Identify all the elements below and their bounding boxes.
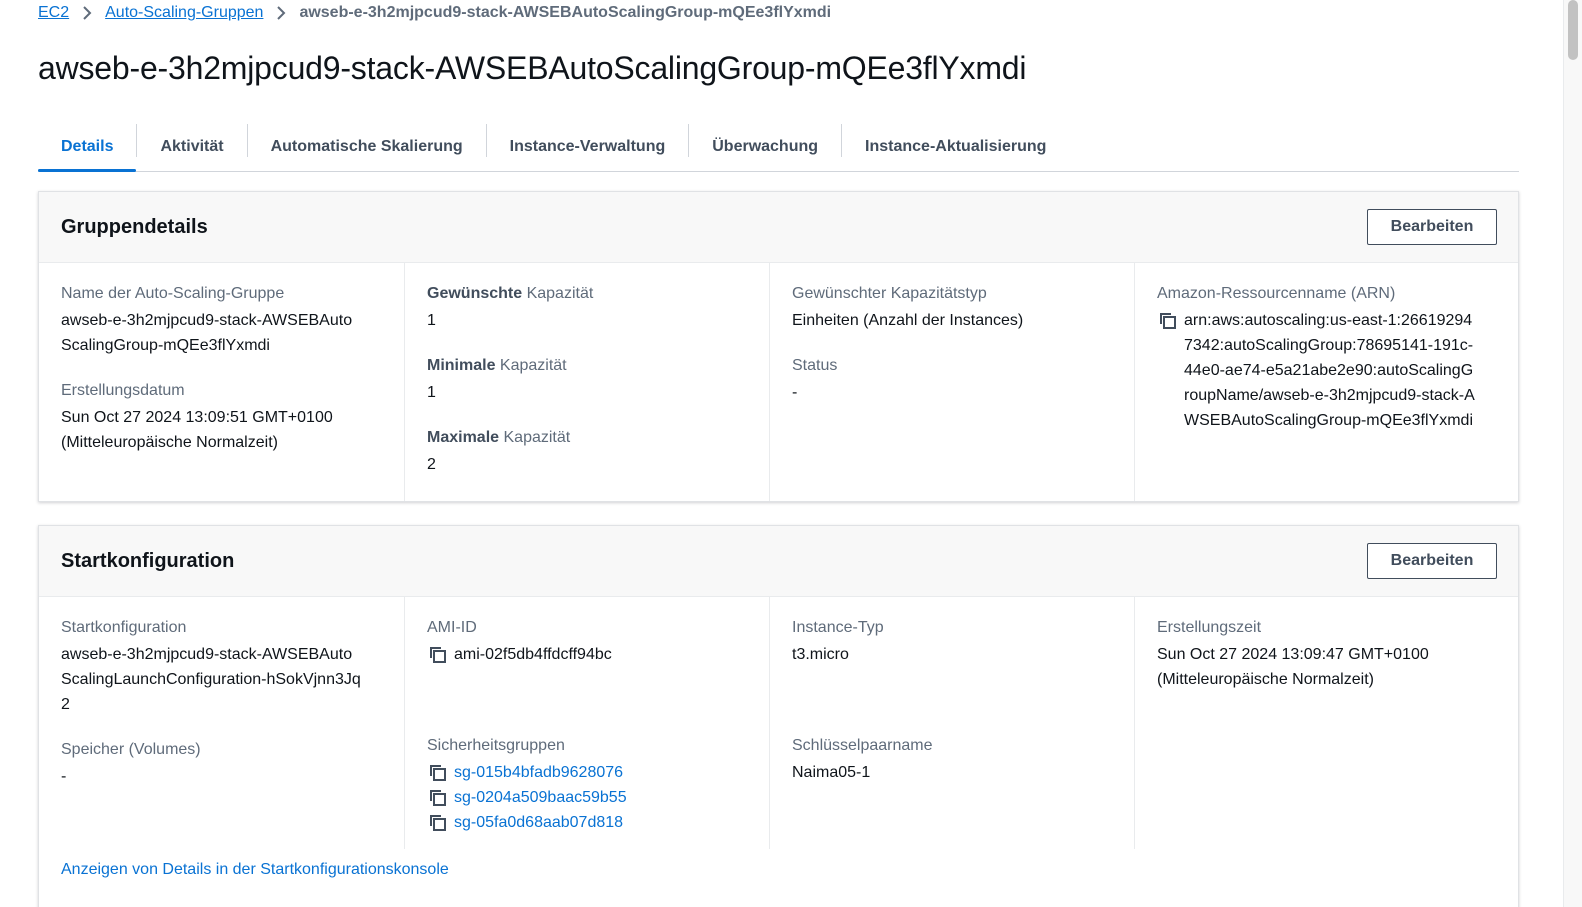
details-column-4: Amazon-Ressourcenname (ARN) arn:aws:auto… — [1134, 263, 1499, 501]
details-column-3: Gewünschter Kapazitätstyp Einheiten (Anz… — [769, 263, 1134, 501]
minimum-capacity-value: 1 — [427, 384, 436, 401]
capacity-type-field: Gewünschter Kapazitätstyp Einheiten (Anz… — [792, 283, 1112, 333]
tab-activity[interactable]: Aktivität — [137, 122, 246, 171]
field-label: Startkonfiguration — [61, 619, 187, 636]
copy-icon[interactable] — [427, 787, 449, 809]
field-label: Gewünschte Kapazität — [427, 285, 594, 302]
field-label: Gewünschter Kapazitätstyp — [792, 285, 987, 302]
field-label: Sicherheitsgruppen — [427, 737, 565, 754]
launch-configuration-panel: Startkonfiguration Bearbeiten Startkonfi… — [38, 525, 1519, 907]
desired-capacity-value: 1 — [427, 312, 436, 329]
launch-config-name-value: awseb-e-3h2mjpcud9-stack-AWSEBAutoScalin… — [61, 646, 361, 713]
scrollbar[interactable] — [1563, 0, 1582, 907]
tab-instance-management[interactable]: Instance-Verwaltung — [487, 122, 689, 171]
breadcrumb-ec2-link[interactable]: EC2 — [38, 4, 69, 22]
security-group-link[interactable]: sg-015b4bfadb9628076 — [454, 760, 623, 785]
desired-capacity-field: Gewünschte Kapazität 1 — [427, 283, 747, 333]
launch-column-4: Erstellungszeit Sun Oct 27 2024 13:09:47… — [1134, 597, 1499, 849]
instance-type-value: t3.micro — [792, 646, 849, 663]
details-column-2: Gewünschte Kapazität 1 Minimale Kapazitä… — [404, 263, 769, 501]
tab-monitoring[interactable]: Überwachung — [689, 122, 841, 171]
ami-id-value: ami-02f5db4ffdcff94bc — [454, 646, 612, 663]
breadcrumb-asg-link[interactable]: Auto-Scaling-Gruppen — [105, 4, 263, 22]
tab-instance-refresh[interactable]: Instance-Aktualisierung — [842, 122, 1069, 171]
security-group-row: sg-015b4bfadb9628076 — [427, 760, 747, 785]
key-pair-field: Schlüsselpaarname Naima05-1 — [792, 735, 1112, 785]
page-title: awseb-e-3h2mjpcud9-stack-AWSEBAutoScalin… — [38, 50, 1027, 86]
panel-title: Startkonfiguration — [61, 549, 235, 572]
security-groups-field: Sicherheitsgruppen sg-015b4bfadb9628076 … — [427, 735, 747, 835]
copy-icon[interactable] — [427, 644, 449, 666]
field-label: Erstellungszeit — [1157, 619, 1262, 636]
maximum-capacity-field: Maximale Kapazität 2 — [427, 427, 747, 477]
arn-value: arn:aws:autoscaling:us-east-1:2661929473… — [1184, 312, 1475, 429]
launch-config-columns: Startkonfiguration awseb-e-3h2mjpcud9-st… — [39, 597, 1518, 849]
field-label: Minimale Kapazität — [427, 357, 567, 374]
field-label: Speicher (Volumes) — [61, 741, 201, 758]
panel-header: Startkonfiguration Bearbeiten — [39, 526, 1518, 597]
ami-id-row: ami-02f5db4ffdcff94bc — [427, 642, 747, 667]
copy-icon[interactable] — [1157, 310, 1179, 332]
ami-id-field: AMI-ID ami-02f5db4ffdcff94bc — [427, 617, 747, 667]
arn-field: Amazon-Ressourcenname (ARN) arn:aws:auto… — [1157, 283, 1477, 433]
panel-title: Gruppendetails — [61, 215, 208, 238]
instance-type-field: Instance-Typ t3.micro — [792, 617, 1112, 667]
edit-launch-configuration-button[interactable]: Bearbeiten — [1367, 543, 1497, 579]
volumes-field: Speicher (Volumes) - — [61, 739, 382, 789]
field-label: AMI-ID — [427, 619, 477, 636]
tab-automatic-scaling[interactable]: Automatische Skalierung — [248, 122, 486, 171]
capacity-type-value: Einheiten (Anzahl der Instances) — [792, 312, 1024, 329]
field-label: Instance-Typ — [792, 619, 884, 636]
details-columns: Name der Auto-Scaling-Gruppe awseb-e-3h2… — [39, 263, 1518, 501]
minimum-capacity-field: Minimale Kapazität 1 — [427, 355, 747, 405]
field-label: Maximale Kapazität — [427, 429, 571, 446]
security-group-link[interactable]: sg-0204a509baac59b55 — [454, 785, 627, 810]
copy-icon[interactable] — [427, 812, 449, 834]
created-date-value: Sun Oct 27 2024 13:09:51 GMT+0100 (Mitte… — [61, 409, 333, 451]
security-group-link[interactable]: sg-05fa0d68aab07d818 — [454, 810, 623, 835]
launch-column-1: Startkonfiguration awseb-e-3h2mjpcud9-st… — [39, 597, 404, 849]
page: EC2 Auto-Scaling-Gruppen awseb-e-3h2mjpc… — [38, 0, 1519, 907]
scrollbar-thumb[interactable] — [1568, 0, 1578, 60]
launch-config-console-link[interactable]: Anzeigen von Details in der Startkonfigu… — [39, 861, 471, 879]
breadcrumb-current: awseb-e-3h2mjpcud9-stack-AWSEBAutoScalin… — [299, 4, 832, 21]
security-group-row: sg-05fa0d68aab07d818 — [427, 810, 747, 835]
key-pair-value: Naima05-1 — [792, 764, 871, 781]
copy-icon[interactable] — [427, 762, 449, 784]
creation-time-field: Erstellungszeit Sun Oct 27 2024 13:09:47… — [1157, 617, 1477, 692]
field-label: Status — [792, 357, 838, 374]
asg-name-value: awseb-e-3h2mjpcud9-stack-AWSEBAutoScalin… — [61, 312, 353, 354]
security-group-row: sg-0204a509baac59b55 — [427, 785, 747, 810]
details-column-1: Name der Auto-Scaling-Gruppe awseb-e-3h2… — [39, 263, 404, 501]
field-label: Name der Auto-Scaling-Gruppe — [61, 285, 285, 302]
maximum-capacity-value: 2 — [427, 456, 436, 473]
created-date-field: Erstellungsdatum Sun Oct 27 2024 13:09:5… — [61, 380, 382, 455]
group-details-panel: Gruppendetails Bearbeiten Name der Auto-… — [38, 191, 1519, 502]
breadcrumb: EC2 Auto-Scaling-Gruppen awseb-e-3h2mjpc… — [38, 0, 1519, 26]
tab-details[interactable]: Details — [38, 122, 137, 172]
chevron-right-icon — [69, 6, 105, 20]
field-label: Schlüsselpaarname — [792, 737, 933, 754]
launch-column-2: AMI-ID ami-02f5db4ffdcff94bc Sicherheits… — [404, 597, 769, 849]
status-value: - — [792, 384, 798, 401]
launch-config-name-field: Startkonfiguration awseb-e-3h2mjpcud9-st… — [61, 617, 382, 717]
arn-value-row: arn:aws:autoscaling:us-east-1:2661929473… — [1157, 308, 1477, 433]
creation-time-value: Sun Oct 27 2024 13:09:47 GMT+0100 (Mitte… — [1157, 646, 1429, 688]
panel-header: Gruppendetails Bearbeiten — [39, 192, 1518, 263]
field-label: Erstellungsdatum — [61, 382, 185, 399]
tab-bar: Details Aktivität Automatische Skalierun… — [38, 122, 1519, 172]
field-label: Amazon-Ressourcenname (ARN) — [1157, 285, 1396, 302]
volumes-value: - — [61, 768, 67, 785]
chevron-right-icon — [263, 6, 299, 20]
status-field: Status - — [792, 355, 1112, 405]
asg-name-field: Name der Auto-Scaling-Gruppe awseb-e-3h2… — [61, 283, 382, 358]
launch-column-3: Instance-Typ t3.micro Schlüsselpaarname … — [769, 597, 1134, 849]
edit-group-details-button[interactable]: Bearbeiten — [1367, 209, 1497, 245]
